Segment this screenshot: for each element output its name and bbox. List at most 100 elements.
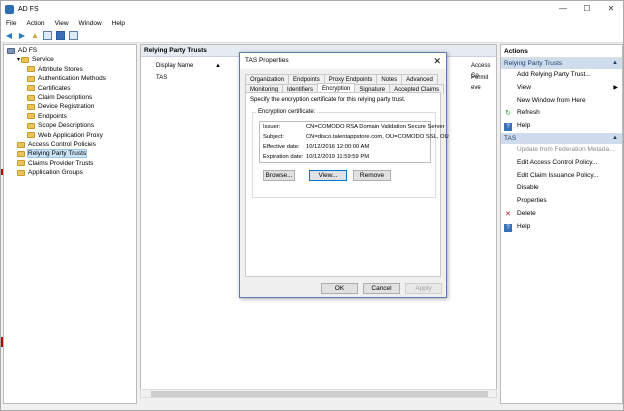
action-label: Disable [517, 184, 539, 192]
tree-item-claims-provider-trusts[interactable]: Claims Provider Trusts [17, 159, 93, 168]
menu-bar: File Action View Window Help [1, 17, 623, 29]
menu-action[interactable]: Action [21, 20, 49, 27]
help-icon: ? [504, 123, 512, 132]
ok-button[interactable]: OK [321, 283, 358, 294]
action-update-from-federation-metada[interactable]: Update from Federation Metada... [501, 144, 622, 157]
minimize-button[interactable]: — [551, 1, 575, 17]
action-label: Properties [517, 197, 547, 205]
action-label: Edit Claim Issuance Policy... [517, 171, 599, 179]
red-marker [1, 169, 3, 175]
tree-item-label: Claims Provider Trusts [28, 159, 94, 167]
action-edit-claim-issuance-policy[interactable]: Edit Claim Issuance Policy... [501, 170, 622, 183]
tree-item-label: Application Groups [28, 169, 83, 177]
console-tree: AD FS ▾ Service Attribute Stores Authenticat… [3, 44, 137, 404]
column-display-name[interactable]: Display Name ▲ [156, 61, 221, 71]
forward-icon[interactable]: ▶ [17, 31, 27, 41]
encryption-tab-panel: Specify the encryption certificate for t… [245, 92, 449, 277]
folder-icon [27, 94, 35, 101]
show-hide-tree-icon[interactable] [43, 31, 52, 40]
tree-item-endpoints[interactable]: Endpoints [27, 112, 67, 121]
delete-icon: ✕ [505, 210, 511, 218]
tab-organization[interactable]: Organization [245, 74, 290, 84]
menu-file[interactable]: File [1, 20, 21, 27]
window-title: AD FS [18, 5, 39, 13]
view-button[interactable]: View... [309, 170, 347, 181]
action-properties[interactable]: Properties [501, 195, 622, 208]
menu-view[interactable]: View [50, 20, 74, 27]
action-view[interactable]: View ▶ [501, 82, 622, 95]
toolbar: ◀ ▶ ▲ [1, 29, 623, 43]
help-icon: ? [504, 223, 512, 232]
collapse-icon[interactable]: ▲ [612, 133, 618, 144]
remove-button[interactable]: Remove [353, 170, 391, 181]
tree-item-access-control-policies[interactable]: Access Control Policies [17, 140, 96, 149]
browse-button[interactable]: Browse... [263, 170, 295, 181]
sort-ascending-icon: ▲ [215, 63, 221, 69]
up-folder-icon[interactable]: ▲ [30, 31, 40, 41]
tree-item-attribute-stores[interactable]: Attribute Stores [27, 65, 83, 74]
actions-header: Actions [501, 45, 622, 58]
column-access[interactable]: Access Co [471, 61, 496, 79]
menu-window[interactable]: Window [74, 20, 107, 27]
actions-section-tas[interactable]: TAS ▲ [501, 132, 622, 144]
section-label: TAS [504, 134, 517, 142]
folder-icon [21, 56, 30, 63]
action-help[interactable]: ? Help [501, 221, 622, 234]
folder-icon [17, 150, 25, 157]
tree-item-application-groups[interactable]: Application Groups [17, 168, 83, 177]
action-label: Update from Federation Metada... [517, 145, 615, 153]
subject-value: CN=disco.talentappstore.com, OU=COMODO S… [306, 134, 449, 140]
folder-icon [17, 160, 25, 167]
menu-help[interactable]: Help [107, 20, 130, 27]
back-icon[interactable]: ◀ [4, 31, 14, 41]
tree-item-relying-party-trusts[interactable]: Relying Party Trusts [17, 149, 88, 159]
action-refresh[interactable]: ↻ Refresh [501, 107, 622, 120]
tree-item-service[interactable]: ▾ Service [17, 55, 54, 64]
scrollbar-thumb[interactable] [151, 391, 488, 397]
tree-item-device-registration[interactable]: Device Registration [27, 102, 94, 111]
title-bar: AD FS — ☐ ✕ [1, 1, 623, 17]
tree-item-certificates[interactable]: Certificates [27, 84, 71, 93]
folder-icon [27, 122, 35, 129]
action-help[interactable]: ? Help [501, 120, 622, 133]
folder-icon [27, 103, 35, 110]
tree-item-scope-descriptions[interactable]: Scope Descriptions [27, 121, 94, 130]
apply-button[interactable]: Apply [405, 283, 442, 294]
actions-section-relying-party-trusts[interactable]: Relying Party Trusts ▲ [501, 58, 622, 69]
folder-icon [27, 66, 35, 73]
collapse-icon[interactable]: ▲ [612, 58, 618, 69]
tree-item-authentication-methods[interactable]: Authentication Methods [27, 74, 106, 83]
tree-item-label: Certificates [38, 84, 71, 92]
cancel-button[interactable]: Cancel [363, 283, 400, 294]
action-delete[interactable]: ✕ Delete [501, 208, 622, 221]
tab-notes[interactable]: Notes [376, 74, 403, 84]
help-toolbar-icon[interactable] [56, 31, 65, 40]
folder-icon [17, 169, 25, 176]
show-hide-action-pane-icon[interactable] [69, 31, 78, 40]
maximize-button[interactable]: ☐ [575, 1, 599, 17]
effective-date-label: Effective date: [263, 144, 300, 150]
dialog-title: TAS Properties [245, 57, 289, 64]
action-disable[interactable]: Disable [501, 182, 622, 195]
action-edit-access-control-policy[interactable]: Edit Access Control Policy... [501, 157, 622, 170]
expand-icon[interactable]: ▾ [17, 56, 20, 63]
tree-item-label: Authentication Methods [38, 75, 106, 83]
tree-item-ad-fs[interactable]: AD FS [7, 46, 37, 55]
tab-advanced[interactable]: Advanced [401, 74, 438, 84]
tree-item-label: Service [32, 56, 54, 64]
folder-icon [17, 141, 25, 148]
close-window-button[interactable]: ✕ [599, 1, 623, 17]
table-row-name[interactable]: TAS [156, 73, 167, 83]
tree-item-label: Claim Descriptions [38, 94, 93, 101]
tree-item-label: AD FS [18, 47, 38, 54]
tree-item-claim-descriptions[interactable]: Claim Descriptions [27, 93, 92, 102]
tree-item-web-application-proxy[interactable]: Web Application Proxy [27, 131, 103, 140]
action-add-relying-party-trust[interactable]: Add Relying Party Trust... [501, 69, 622, 82]
dialog-close-icon[interactable]: ✕ [433, 53, 441, 69]
action-new-window-from-here[interactable]: New Window from Here [501, 95, 622, 108]
horizontal-scrollbar[interactable] [140, 389, 497, 398]
section-label: Relying Party Trusts [504, 60, 563, 67]
action-label: Help [517, 122, 531, 130]
mmc-window: AD FS — ☐ ✕ File Action View Window Help ◀ ▶… [0, 0, 624, 411]
action-label: Delete [517, 209, 536, 217]
